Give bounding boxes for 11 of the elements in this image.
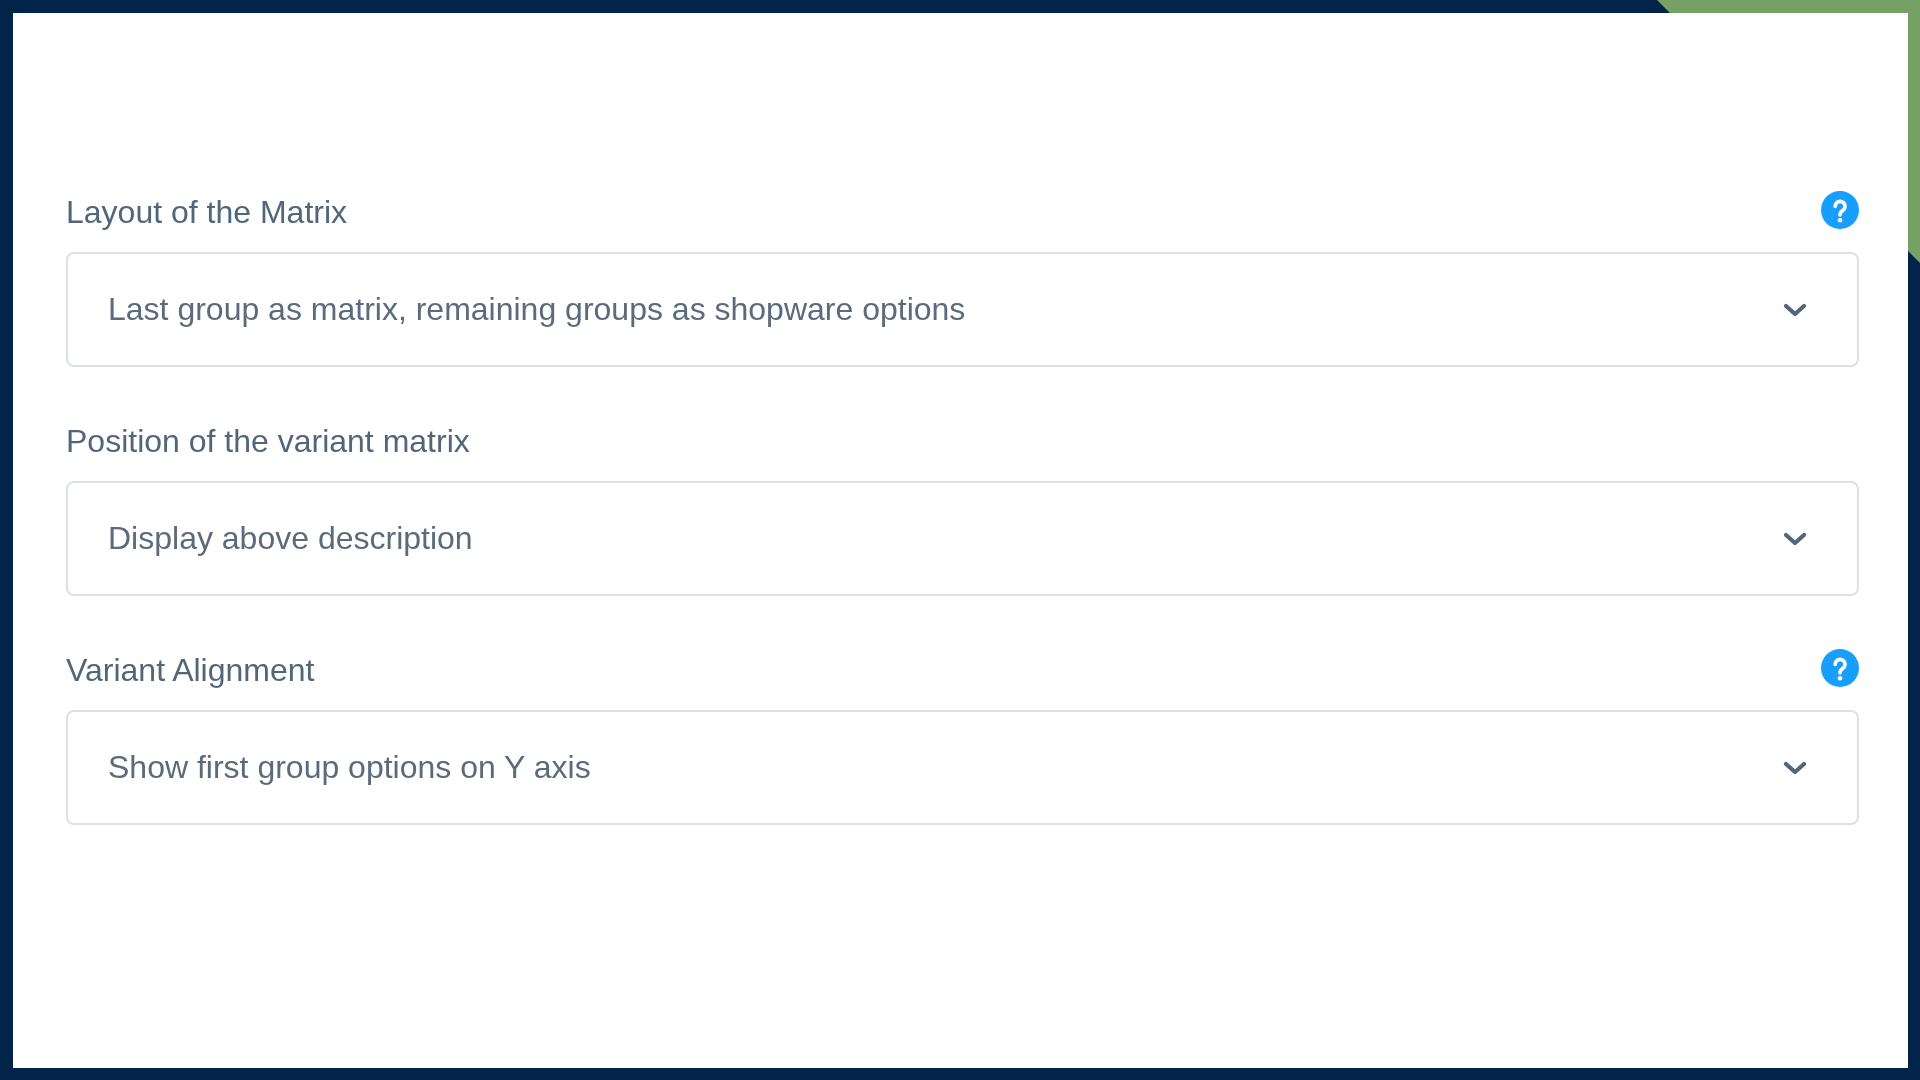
select-field[interactable]: Show first group options on Y axis xyxy=(66,710,1859,825)
select-field[interactable]: Display above description xyxy=(66,481,1859,596)
field-label: Layout of the Matrix xyxy=(66,193,348,231)
help-icon[interactable] xyxy=(1821,191,1859,229)
field-label: Position of the variant matrix xyxy=(66,422,470,460)
field-label: Variant Alignment xyxy=(66,651,315,689)
chevron-down-icon xyxy=(1783,302,1807,317)
help-icon[interactable] xyxy=(1821,649,1859,687)
chevron-down-icon xyxy=(1783,760,1807,775)
select-field[interactable]: Last group as matrix, remaining groups as shopware options xyxy=(66,252,1859,367)
chevron-down-icon xyxy=(1783,531,1807,546)
